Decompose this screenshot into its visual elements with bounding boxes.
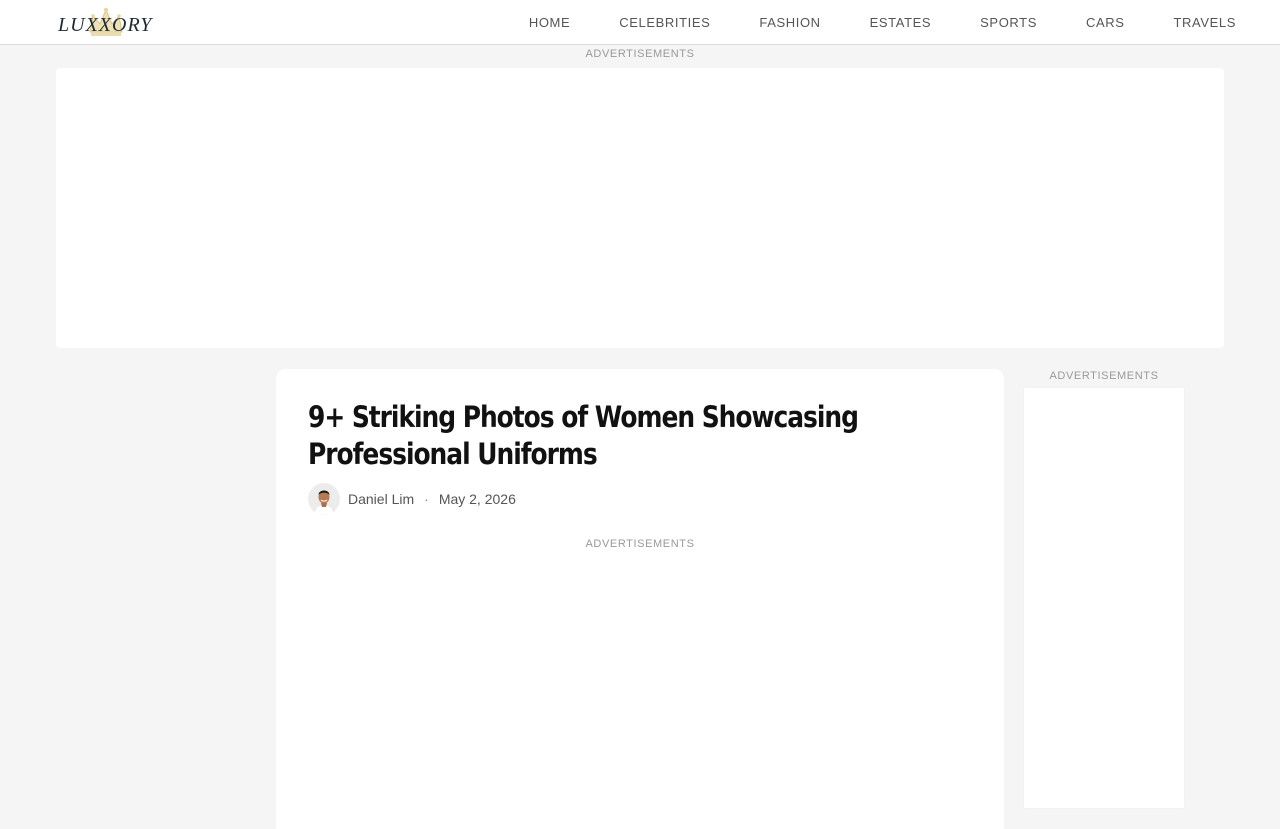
byline-separator: · [424, 491, 429, 507]
nav-celebrities[interactable]: CELEBRITIES [619, 15, 710, 30]
top-ad-label: ADVERTISEMENTS [585, 48, 695, 60]
nav-sports[interactable]: SPORTS [980, 15, 1037, 30]
nav-estates[interactable]: ESTATES [870, 15, 932, 30]
publish-date: May 2, 2026 [438, 491, 516, 507]
top-ad-slot[interactable] [56, 68, 1224, 348]
sidebar-ad-label: ADVERTISEMENTS [1049, 370, 1159, 382]
author-name[interactable]: Daniel Lim [348, 491, 414, 507]
nav-home[interactable]: HOME [529, 15, 570, 30]
nav-cars[interactable]: CARS [1086, 15, 1125, 30]
author-avatar[interactable] [308, 483, 340, 515]
article-title: 9+ Striking Photos of Women Showcasing P… [308, 400, 859, 471]
site-logo[interactable]: LUXXORY [56, 4, 166, 40]
nav-travels[interactable]: TRAVELS [1174, 15, 1236, 30]
article-byline: Daniel Lim · May 2, 2026 [308, 483, 516, 515]
top-navigation-bar: LUXXORY HOME CELEBRITIES FASHION ESTATES… [0, 0, 1280, 45]
nav-fashion[interactable]: FASHION [759, 15, 820, 30]
inline-ad-label: ADVERTISEMENTS [585, 538, 695, 550]
main-nav: HOME CELEBRITIES FASHION ESTATES SPORTS … [529, 0, 1236, 45]
article-card: 9+ Striking Photos of Women Showcasing P… [276, 369, 1004, 829]
sidebar-ad-slot[interactable] [1024, 388, 1184, 808]
logo-wordmark: LUXXORY [58, 14, 153, 36]
